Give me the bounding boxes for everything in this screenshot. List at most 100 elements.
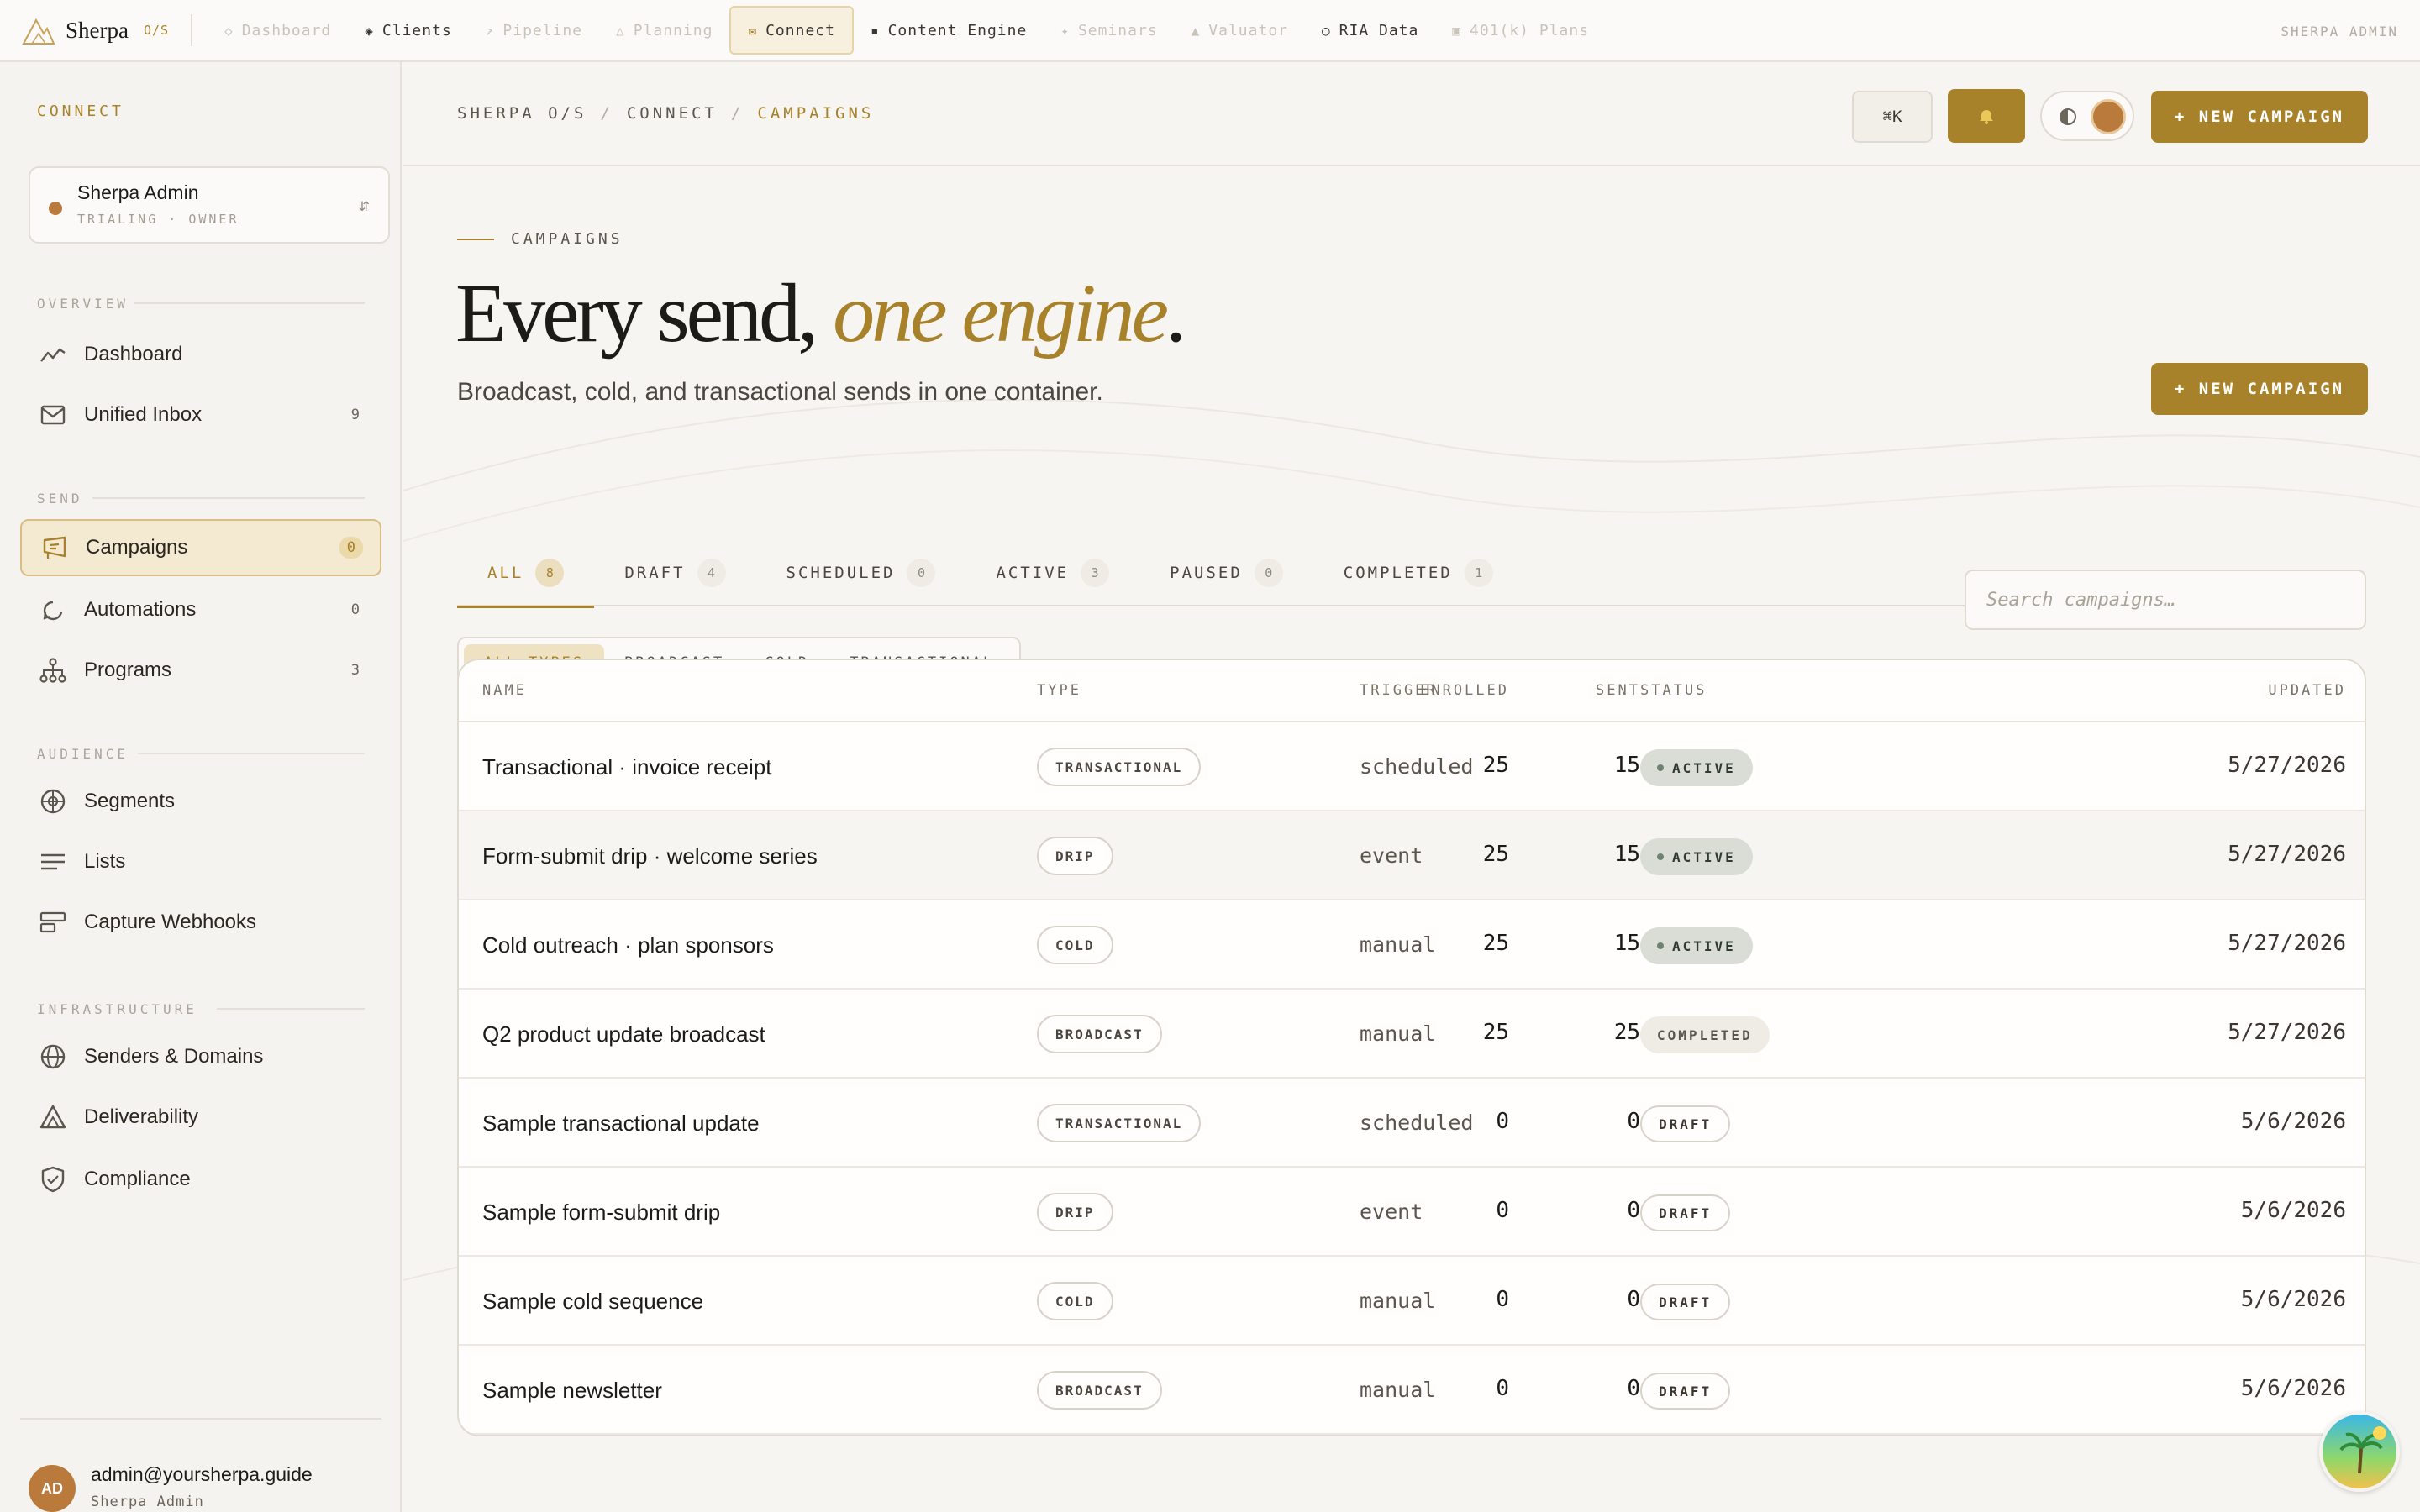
tab-label: PAUSED: [1170, 564, 1243, 582]
table-row[interactable]: Sample form-submit drip DRIP event DRAFT 0 0 5…: [459, 1168, 2365, 1257]
sidebar-item-label: Senders & Domains: [84, 1045, 264, 1068]
nav-tab-connect[interactable]: ✉ Connect: [729, 6, 854, 55]
command-palette-button[interactable]: ⌘K: [1852, 91, 1933, 143]
nav-tab-content-engine[interactable]: ▪ Content Engine: [854, 6, 1044, 55]
table-row[interactable]: Cold outreach · plan sponsors COLD manual A…: [459, 900, 2365, 990]
sidebar-item-programs[interactable]: Programs 3: [20, 642, 381, 699]
tab-all[interactable]: ALL 8: [457, 539, 595, 608]
nav-tab-clients[interactable]: ◈ Clients: [348, 6, 469, 55]
sidebar-item-dashboard[interactable]: Dashboard: [20, 326, 381, 383]
sidebar-item-automations[interactable]: Automations 0: [20, 581, 381, 638]
nav-tab-icon: ▣: [1452, 22, 1461, 39]
nav-tab-icon: ▲: [1191, 22, 1201, 39]
campaigns-table: NAME TYPE TRIGGER STATUS ENROLLED SENT U…: [457, 659, 2366, 1436]
nav-tab-401-k-plans[interactable]: ▣ 401(k) Plans: [1435, 6, 1606, 55]
table-row[interactable]: Q2 product update broadcast BROADCAST manu…: [459, 990, 2365, 1079]
column-type[interactable]: TYPE: [1037, 682, 1081, 699]
new-campaign-hero-button[interactable]: + NEW CAMPAIGN: [2151, 363, 2368, 415]
nav-tab-label: Valuator: [1208, 21, 1288, 39]
group-infrastructure: INFRASTRUCTURE: [37, 1001, 197, 1017]
title-accent: one engine: [833, 266, 1169, 360]
switch-icon: ⇵: [358, 200, 370, 214]
campaign-name[interactable]: Transactional · invoice receipt: [482, 754, 771, 780]
column-updated[interactable]: UPDATED: [2268, 682, 2346, 699]
search-input[interactable]: [1965, 570, 2366, 630]
table-row[interactable]: Sample transactional update TRANSACTIONAL…: [459, 1079, 2365, 1168]
sidebar-item-label: Automations: [84, 598, 197, 621]
megaphone-icon: [40, 533, 69, 562]
group-audience: AUDIENCE: [37, 746, 129, 762]
tab-active[interactable]: ACTIVE 3: [965, 539, 1139, 606]
palm-tree-icon: [2339, 1426, 2386, 1474]
sidebar-item-senders-domains[interactable]: Senders & Domains: [20, 1028, 381, 1085]
divider: [92, 497, 365, 499]
type-badge: COLD: [1037, 1282, 1113, 1320]
sidebar-item-segments[interactable]: Segments: [20, 773, 381, 830]
notifications-button[interactable]: [1948, 89, 2025, 143]
campaign-name[interactable]: Sample cold sequence: [482, 1289, 703, 1315]
loop-icon: [39, 596, 67, 624]
campaign-name[interactable]: Form-submit drip · welcome series: [482, 843, 818, 869]
nav-tab-label: Dashboard: [241, 21, 332, 39]
new-campaign-button[interactable]: + NEW CAMPAIGN: [2151, 91, 2368, 143]
status-dot: [1657, 942, 1664, 949]
nav-tab-pipeline[interactable]: ↗ Pipeline: [469, 6, 599, 55]
status-label: DRAFT: [1659, 1383, 1712, 1399]
status-badge: COMPLETED: [1640, 1016, 1770, 1053]
nav-tab-label: RIA Data: [1339, 21, 1419, 39]
table-row[interactable]: Form-submit drip · welcome series DRIP eve…: [459, 811, 2365, 900]
sidebar-item-lists[interactable]: Lists: [20, 833, 381, 890]
workspace-switcher[interactable]: Sherpa Admin TRIALING · OWNER ⇵: [29, 166, 390, 244]
sidebar: CONNECT Sherpa Admin TRIALING · OWNER ⇵ …: [0, 62, 402, 1512]
campaign-name[interactable]: Sample newsletter: [482, 1378, 662, 1404]
status-badge: ACTIVE: [1640, 838, 1753, 875]
tab-count: 0: [907, 559, 936, 587]
sidebar-title: CONNECT: [37, 102, 124, 120]
campaign-name[interactable]: Q2 product update broadcast: [482, 1021, 765, 1047]
table-row[interactable]: Sample cold sequence COLD manual DRAFT 0 0 5/6…: [459, 1257, 2365, 1346]
nav-tab-icon: ✉: [748, 22, 758, 39]
campaign-name[interactable]: Sample form-submit drip: [482, 1200, 720, 1226]
column-enrolled[interactable]: ENROLLED: [1420, 682, 1509, 699]
column-name[interactable]: NAME: [482, 682, 527, 699]
tab-label: DRAFT: [624, 564, 686, 582]
assistant-launcher-icon[interactable]: [2319, 1411, 2400, 1492]
avatar[interactable]: AD: [29, 1465, 76, 1512]
sent-count: 0: [1627, 1376, 1640, 1401]
sidebar-item-capture-webhooks[interactable]: Capture Webhooks: [20, 894, 381, 951]
nav-tab-seminars[interactable]: ✦ Seminars: [1044, 6, 1174, 55]
theme-toggle[interactable]: [2040, 91, 2134, 141]
divider: [217, 1008, 365, 1010]
nav-tab-ria-data[interactable]: ○ RIA Data: [1305, 6, 1435, 55]
group-overview: OVERVIEW: [37, 296, 129, 312]
trend-icon: [39, 340, 67, 369]
breadcrumb-current: CAMPAIGNS: [757, 104, 875, 123]
breadcrumb-item[interactable]: SHERPA O/S: [457, 104, 587, 123]
column-sent[interactable]: SENT: [1596, 682, 1640, 699]
sidebar-item-deliverability[interactable]: Deliverability: [20, 1089, 381, 1146]
sidebar-item-unified-inbox[interactable]: Unified Inbox 9: [20, 386, 381, 444]
nav-tab-icon: ✦: [1060, 22, 1070, 39]
breadcrumb-item[interactable]: CONNECT: [627, 104, 718, 123]
nav-tab-valuator[interactable]: ▲ Valuator: [1175, 6, 1305, 55]
campaign-name[interactable]: Sample transactional update: [482, 1110, 760, 1137]
nav-tab-label: Clients: [381, 21, 452, 39]
sidebar-item-compliance[interactable]: Compliance: [20, 1151, 381, 1208]
campaign-name[interactable]: Cold outreach · plan sponsors: [482, 932, 774, 958]
status-label: DRAFT: [1659, 1205, 1712, 1221]
group-send: SEND: [37, 491, 83, 507]
table-row[interactable]: Sample newsletter BROADCAST manual DRAFT 0 0 5…: [459, 1346, 2365, 1435]
user-name: Sherpa Admin: [91, 1494, 204, 1510]
column-status[interactable]: STATUS: [1640, 682, 1707, 699]
tab-paused[interactable]: PAUSED 0: [1139, 539, 1313, 606]
tab-label: ACTIVE: [996, 564, 1070, 582]
nav-tab-planning[interactable]: △ Planning: [599, 6, 729, 55]
sent-count: 15: [1613, 842, 1640, 867]
tab-completed[interactable]: COMPLETED 1: [1313, 539, 1523, 606]
tab-scheduled[interactable]: SCHEDULED 0: [756, 539, 966, 606]
brand[interactable]: Sherpa O/S: [22, 0, 169, 61]
nav-tab-dashboard[interactable]: ◇ Dashboard: [208, 6, 348, 55]
tab-draft[interactable]: DRAFT 4: [594, 539, 755, 606]
table-row[interactable]: Transactional · invoice receipt TRANSACTI…: [459, 722, 2365, 811]
sidebar-item-campaigns[interactable]: Campaigns 0: [20, 519, 381, 576]
